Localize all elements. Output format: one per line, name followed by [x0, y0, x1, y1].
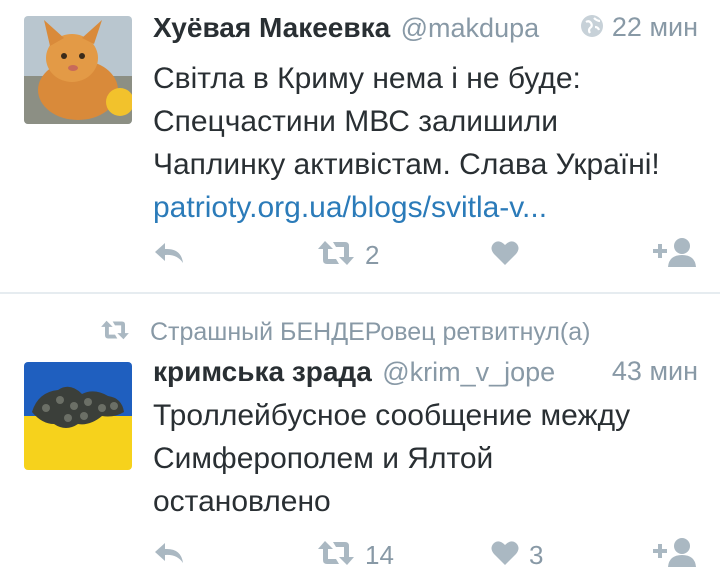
tweet-link[interactable]: patrioty.org.ua/blogs/svitla-v... — [153, 186, 700, 229]
author-handle[interactable]: @makdupa — [401, 13, 539, 43]
tweet-text-line: остановлено — [153, 485, 331, 518]
reply-button[interactable] — [153, 238, 185, 272]
author-name[interactable]: кримська зрада — [153, 356, 372, 387]
follow-button[interactable] — [653, 537, 697, 574]
tweet-text-line: Спецчастини МВС залишили — [153, 105, 559, 138]
retweet-button[interactable]: 2 — [317, 238, 379, 272]
retweeted-by-label: Страшный БЕНДЕРовец ретвитнул(а) — [150, 317, 591, 346]
tweet-time[interactable]: 43 мин — [612, 356, 698, 387]
tweet-2[interactable]: Страшный БЕНДЕРовец ретвитнул(а) кримськ… — [0, 294, 720, 586]
follow-icon — [653, 537, 697, 574]
like-count: 3 — [529, 539, 544, 570]
like-icon — [491, 240, 519, 271]
tweet-time[interactable]: 22 мин — [580, 12, 698, 45]
tweet-1-actions: 2 — [153, 237, 698, 274]
like-icon — [491, 540, 519, 571]
tweet-text-line: Світла в Криму нема і не буде: — [153, 62, 581, 95]
retweet-icon — [317, 240, 355, 271]
retweet-button[interactable]: 14 — [317, 538, 394, 572]
like-button[interactable]: 3 — [491, 538, 543, 572]
tweet-text-line: Чаплинку активістам. Слава Україні! — [153, 148, 660, 181]
globe-icon — [580, 14, 604, 45]
author-handle[interactable]: @krim_v_jope — [382, 357, 555, 387]
retweet-icon — [317, 540, 355, 571]
retweet-icon — [100, 320, 130, 345]
reply-icon — [153, 240, 185, 271]
tweet-1-header: Хуёвая Макеевка @makdupa 22 мин — [153, 12, 698, 52]
tweet-1-text: Світла в Криму нема і не буде: Спецчасти… — [153, 57, 700, 229]
like-button[interactable] — [491, 238, 529, 272]
avatar-krim-v-jope[interactable] — [24, 362, 132, 470]
tweet-2-text: Троллейбусное сообщение между Симферопол… — [153, 394, 700, 523]
retweet-count: 2 — [365, 239, 380, 270]
reply-button[interactable] — [153, 538, 185, 572]
tweet-text-line: Симферополем и Ялтой — [153, 442, 494, 475]
tweet-1[interactable]: Хуёвая Макеевка @makdupa 22 мин Світла в… — [0, 0, 720, 290]
follow-button[interactable] — [653, 237, 697, 274]
author-name[interactable]: Хуёвая Макеевка — [153, 12, 390, 43]
tweet-2-actions: 14 3 — [153, 537, 698, 574]
reply-icon — [153, 540, 185, 571]
retweet-context[interactable]: Страшный БЕНДЕРовец ретвитнул(а) — [100, 314, 590, 350]
time-label: 22 мин — [611, 12, 698, 42]
follow-icon — [653, 237, 697, 274]
tweet-text-line: Троллейбусное сообщение между — [153, 399, 631, 432]
retweet-count: 14 — [365, 539, 394, 570]
avatar-makdupa[interactable] — [24, 16, 132, 124]
tweet-2-header: кримська зрада @krim_v_jope 43 мин — [153, 356, 698, 396]
